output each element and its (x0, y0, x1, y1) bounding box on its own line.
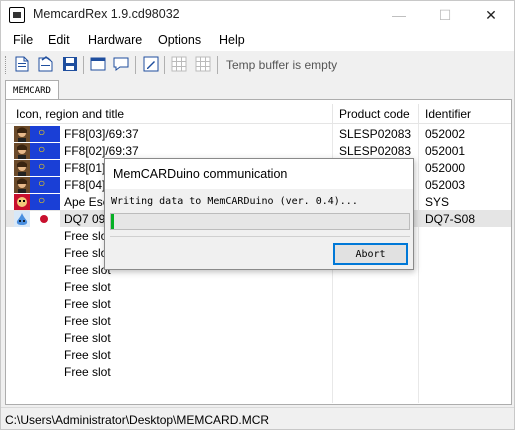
maximize-button[interactable]: ☐ (422, 1, 468, 29)
toolbar: Temp buffer is empty (1, 52, 514, 78)
app-icon (9, 7, 25, 23)
dialog-message: Writing data to MemCARDuino (ver. 0.4)..… (111, 196, 358, 207)
identifier: 052000 (425, 161, 466, 175)
save-title: Ape Esc (64, 195, 109, 209)
column-separator[interactable] (332, 104, 333, 124)
free-slot-row[interactable]: Free slot (6, 329, 511, 346)
save-title: Free slot (64, 348, 111, 362)
comment-icon[interactable] (112, 55, 130, 73)
toolbar-separator (164, 56, 165, 74)
identifier: 052003 (425, 178, 466, 192)
menu-file[interactable]: File (13, 33, 33, 47)
save-title: FF8[04]/ (64, 178, 109, 192)
column-header-identifier[interactable]: Identifier (425, 107, 471, 121)
buffer-status: Temp buffer is empty (226, 58, 338, 72)
free-slot-row[interactable]: Free slot (6, 363, 511, 380)
abort-button[interactable]: Abort (333, 243, 408, 265)
eu-flag-icon (30, 193, 60, 210)
status-bar: C:\Users\Administrator\Desktop\MEMCARD.M… (1, 407, 514, 429)
ff8-squall-icon (14, 126, 30, 142)
identifier: 052002 (425, 127, 466, 141)
save-title: FF8[02]/69:37 (64, 144, 139, 158)
column-separator[interactable] (418, 104, 419, 124)
save-title: Free slot (64, 314, 111, 328)
save-row[interactable]: FF8[02]/69:37 SLESP02083 052001 (6, 142, 511, 159)
free-slot-row[interactable]: Free slot (6, 278, 511, 295)
menu-edit[interactable]: Edit (48, 33, 70, 47)
eu-flag-icon (30, 125, 60, 142)
tab-memcard[interactable]: MEMCARD (5, 80, 59, 100)
progress-bar (110, 213, 410, 230)
toolbar-separator (83, 56, 84, 74)
identifier: SYS (425, 195, 450, 209)
save-title: Free slot (64, 365, 111, 379)
toolbar-grip[interactable] (5, 56, 8, 74)
eu-flag-icon (30, 159, 60, 176)
ff8-squall-icon (14, 143, 30, 159)
grid-icon[interactable] (170, 55, 188, 73)
save-title: Free slot (64, 280, 111, 294)
save-row[interactable]: FF8[03]/69:37 SLESP02083 052002 (6, 125, 511, 142)
dialog-title-bar: MemCARDuino communication (105, 159, 413, 189)
window-icon[interactable] (89, 55, 107, 73)
save-title: FF8[01]/ (64, 161, 109, 175)
identifier: DQ7-S08 (425, 212, 476, 226)
open-file-icon[interactable] (37, 55, 55, 73)
toolbar-separator (217, 56, 218, 74)
save-title: DQ7 09: (64, 212, 109, 226)
grid-small-icon[interactable] (194, 55, 212, 73)
main-window: MemcardRex 1.9.cd98032 — ☐ ✕ File Edit H… (0, 0, 515, 430)
list-header: Icon, region and title Product code Iden… (6, 104, 511, 124)
free-slot-row[interactable]: Free slot (6, 295, 511, 312)
column-header-code[interactable]: Product code (339, 107, 410, 121)
title-bar: MemcardRex 1.9.cd98032 — ☐ ✕ (1, 1, 514, 29)
new-file-icon[interactable] (13, 55, 31, 73)
menu-help[interactable]: Help (219, 33, 245, 47)
column-header-title[interactable]: Icon, region and title (16, 107, 124, 121)
save-title: Free slot (64, 331, 111, 345)
ff8-squall-icon (14, 177, 30, 193)
slime-icon (14, 211, 30, 227)
dialog-divider (110, 236, 410, 237)
save-title: FF8[03]/69:37 (64, 127, 139, 141)
menu-bar: File Edit Hardware Options Help (1, 29, 514, 51)
window-title: MemcardRex 1.9.cd98032 (33, 7, 180, 21)
product-code: SLESP02083 (339, 144, 412, 158)
eu-flag-icon (30, 142, 60, 159)
product-code: SLESP02083 (339, 127, 412, 141)
progress-fill (111, 214, 114, 229)
ff8-squall-icon (14, 160, 30, 176)
eu-flag-icon (30, 176, 60, 193)
menu-options[interactable]: Options (158, 33, 201, 47)
toolbar-separator (135, 56, 136, 74)
ape-escape-icon (14, 194, 30, 210)
file-path: C:\Users\Administrator\Desktop\MEMCARD.M… (5, 413, 270, 427)
save-icon[interactable] (61, 55, 79, 73)
free-slot-row[interactable]: Free slot (6, 346, 511, 363)
minimize-button[interactable]: — (376, 1, 422, 29)
dialog-title: MemCARDuino communication (113, 167, 288, 181)
free-slot-row[interactable]: Free slot (6, 312, 511, 329)
close-button[interactable]: ✕ (468, 1, 514, 29)
jp-flag-icon (30, 211, 60, 227)
save-title: Free slot (64, 297, 111, 311)
communication-dialog: MemCARDuino communication Writing data t… (104, 158, 414, 270)
edit-icon[interactable] (142, 55, 160, 73)
identifier: 052001 (425, 144, 466, 158)
menu-hardware[interactable]: Hardware (88, 33, 142, 47)
